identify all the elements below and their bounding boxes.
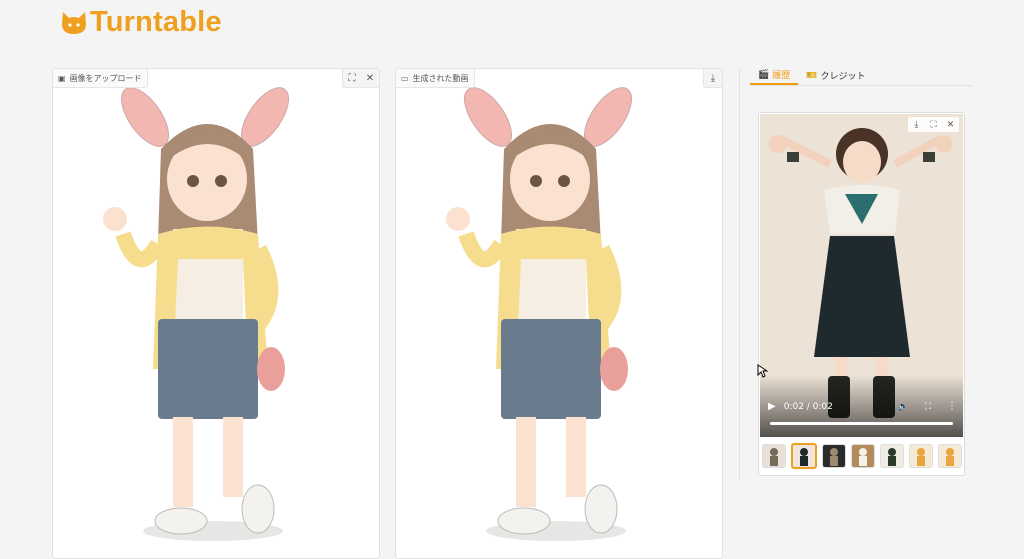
history-thumb-4[interactable] [851, 444, 875, 468]
cat-head-icon [62, 11, 86, 34]
history-thumb-3[interactable] [822, 444, 846, 468]
download-icon[interactable]: ⤓ [908, 117, 925, 132]
video-progress-bar[interactable] [770, 422, 953, 425]
history-thumb-1[interactable] [762, 444, 786, 468]
upload-panel[interactable]: ▣ 画像をアップロード ⛶ ✕ [52, 68, 380, 559]
video-time: 0:02 / 0:02 [783, 401, 833, 412]
clapper-icon: 🎬 [758, 69, 770, 80]
download-icon[interactable]: ⤓ [704, 69, 722, 87]
upload-toolbar: ⛶ ✕ [342, 69, 379, 88]
app-title-text: Turntable [90, 6, 222, 38]
video-icon: ▭ [401, 73, 409, 83]
output-character-image [446, 87, 632, 541]
image-icon: ▣ [58, 73, 66, 83]
video-player[interactable]: ⤓ ⛶ ✕ ▶ 0:02 / 0:02 🔈 ⛶ ⋮ [760, 114, 963, 437]
more-options-icon[interactable]: ⋮ [947, 401, 957, 412]
tab-credits-label: クレジット [820, 72, 866, 82]
fullscreen-icon[interactable]: ⛶ [925, 402, 931, 412]
fullscreen-icon[interactable]: ⛶ [925, 117, 942, 132]
upload-label-chip: ▣ 画像をアップロード [53, 69, 148, 88]
app-title: Turntable [60, 6, 222, 39]
input-character-image [103, 87, 289, 541]
video-progress-fill [770, 422, 953, 425]
tab-credits[interactable]: 🎫 クレジット [798, 66, 873, 85]
fullscreen-icon[interactable]: ⛶ [343, 69, 361, 87]
output-label: 生成された動画 [412, 73, 469, 83]
output-toolbar: ⤓ [703, 69, 722, 88]
output-label-chip: ▭ 生成された動画 [396, 69, 475, 88]
history-thumbnails [759, 442, 964, 470]
upload-label: 画像をアップロード [69, 73, 142, 83]
video-toolbar: ⤓ ⛶ ✕ [908, 117, 959, 132]
tab-history-label: 履歴 [772, 71, 791, 81]
history-thumb-2[interactable] [791, 443, 817, 469]
video-controls: ▶ 0:02 / 0:02 🔈 ⛶ ⋮ [760, 375, 963, 437]
tab-history[interactable]: 🎬 履歴 [750, 66, 799, 85]
close-icon[interactable]: ✕ [361, 69, 379, 87]
history-thumb-6[interactable] [909, 444, 933, 468]
right-tabs: 🎬 履歴 🎫 クレジット [750, 66, 972, 86]
column-divider [739, 68, 740, 480]
history-thumb-7[interactable] [938, 444, 962, 468]
ticket-icon: 🎫 [806, 70, 818, 81]
volume-icon[interactable]: 🔈 [897, 402, 908, 412]
history-video-card: ⤓ ⛶ ✕ ▶ 0:02 / 0:02 🔈 ⛶ ⋮ [758, 112, 965, 476]
mouse-cursor-icon [757, 364, 768, 378]
history-thumb-5[interactable] [880, 444, 904, 468]
play-icon[interactable]: ▶ [768, 401, 776, 412]
close-icon[interactable]: ✕ [942, 117, 959, 132]
output-panel[interactable]: ▭ 生成された動画 ⤓ [395, 68, 723, 559]
